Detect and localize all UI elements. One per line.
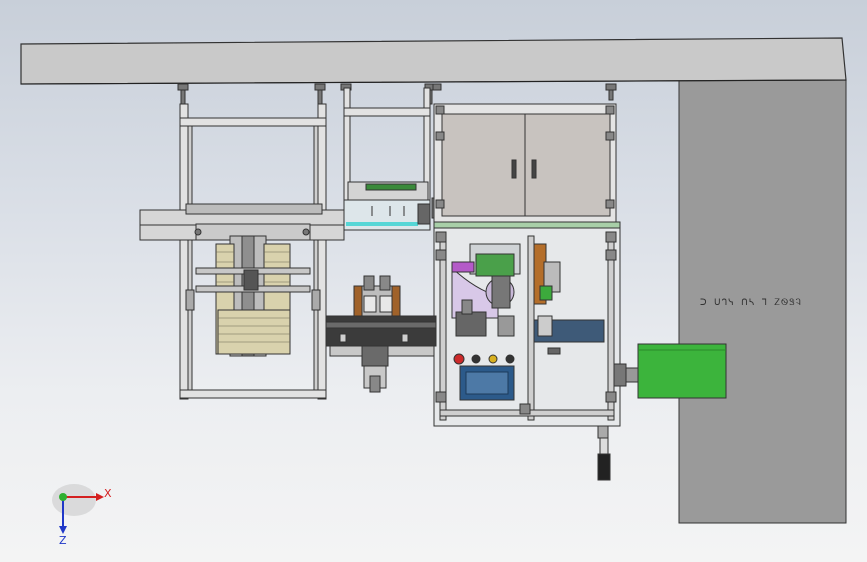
top-beam (20, 37, 847, 85)
lower-cabinet (433, 227, 621, 427)
feeder-frame (343, 87, 441, 231)
x-axis-label: X (104, 487, 112, 500)
coordinate-triad: X Z (52, 484, 112, 547)
wall-inscription: ᑐ ᑌᒉᓭ ᑎᓴ ᒣ ᏃᏫᏕᎸ (700, 298, 802, 308)
hanger-bolts (177, 83, 617, 105)
upper-cabinet (433, 103, 621, 231)
left-frame (139, 103, 345, 400)
z-axis-label: Z (59, 534, 67, 547)
green-motor (613, 343, 727, 399)
lower-cylinder (597, 425, 611, 481)
transfer-module (325, 275, 437, 393)
cad-viewport[interactable]: ᑐ ᑌᒉᓭ ᑎᓴ ᒣ ᏃᏫᏕᎸ X Z (0, 0, 867, 562)
